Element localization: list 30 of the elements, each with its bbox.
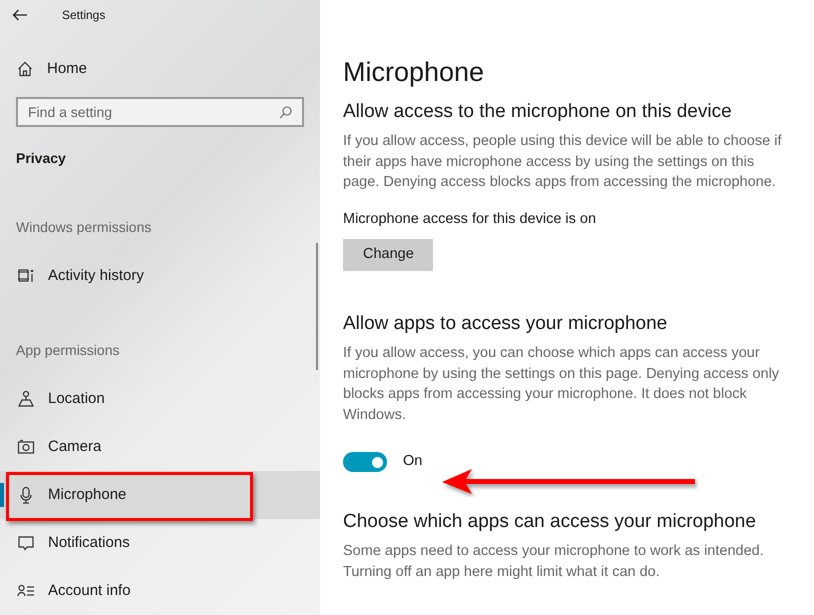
change-button[interactable]: Change — [343, 239, 433, 272]
section-heading: Allow apps to access your microphone — [343, 312, 668, 336]
activity-icon — [17, 267, 35, 285]
window-title: Settings — [62, 7, 106, 24]
nav-item[interactable]: Camera — [0, 423, 320, 471]
page-title: Microphone — [343, 56, 486, 89]
nav-item[interactable]: Activity history — [0, 252, 320, 300]
section-title: Privacy — [15, 149, 67, 168]
nav-item[interactable]: Microphone — [0, 471, 320, 519]
section-description: If you allow access, you can choose which apps can access your microphone by using the settings on this page. Denying access only blocks apps from accessing your microphone. It does not block Windows. — [343, 344, 780, 425]
home-icon — [17, 60, 33, 77]
status-text: Microphone access for this device is on — [343, 210, 598, 228]
location-icon — [17, 390, 35, 408]
nav-item[interactable]: Account info — [0, 567, 320, 615]
search-field[interactable]: Find a setting — [16, 97, 304, 127]
home-link[interactable]: Home — [0, 46, 320, 92]
section-heading: Allow access to the microphone on this device — [343, 100, 733, 124]
section-heading: Choose which apps can access your microphone — [343, 510, 757, 534]
nav-item[interactable]: Notifications — [0, 519, 320, 567]
group-heading: App permissions — [15, 341, 120, 360]
section-description: Some apps need to access your microphone to work as intended. Turning off an app here might limit what it can do. — [343, 542, 765, 582]
section-description: If you allow access, people using this device will be able to choose if their apps have microphone access by using the settings on this page. Denying access blocks apps from accessing the microphone. — [343, 132, 782, 192]
toggle-label: On — [403, 452, 422, 472]
group-heading: Windows permissions — [15, 218, 152, 237]
back-arrow-icon[interactable] — [12, 9, 28, 22]
notification-icon — [17, 534, 35, 552]
toggle-switch[interactable] — [343, 452, 387, 472]
search-icon — [279, 106, 292, 119]
camera-icon — [17, 438, 35, 456]
nav-item[interactable]: Location — [0, 375, 320, 423]
